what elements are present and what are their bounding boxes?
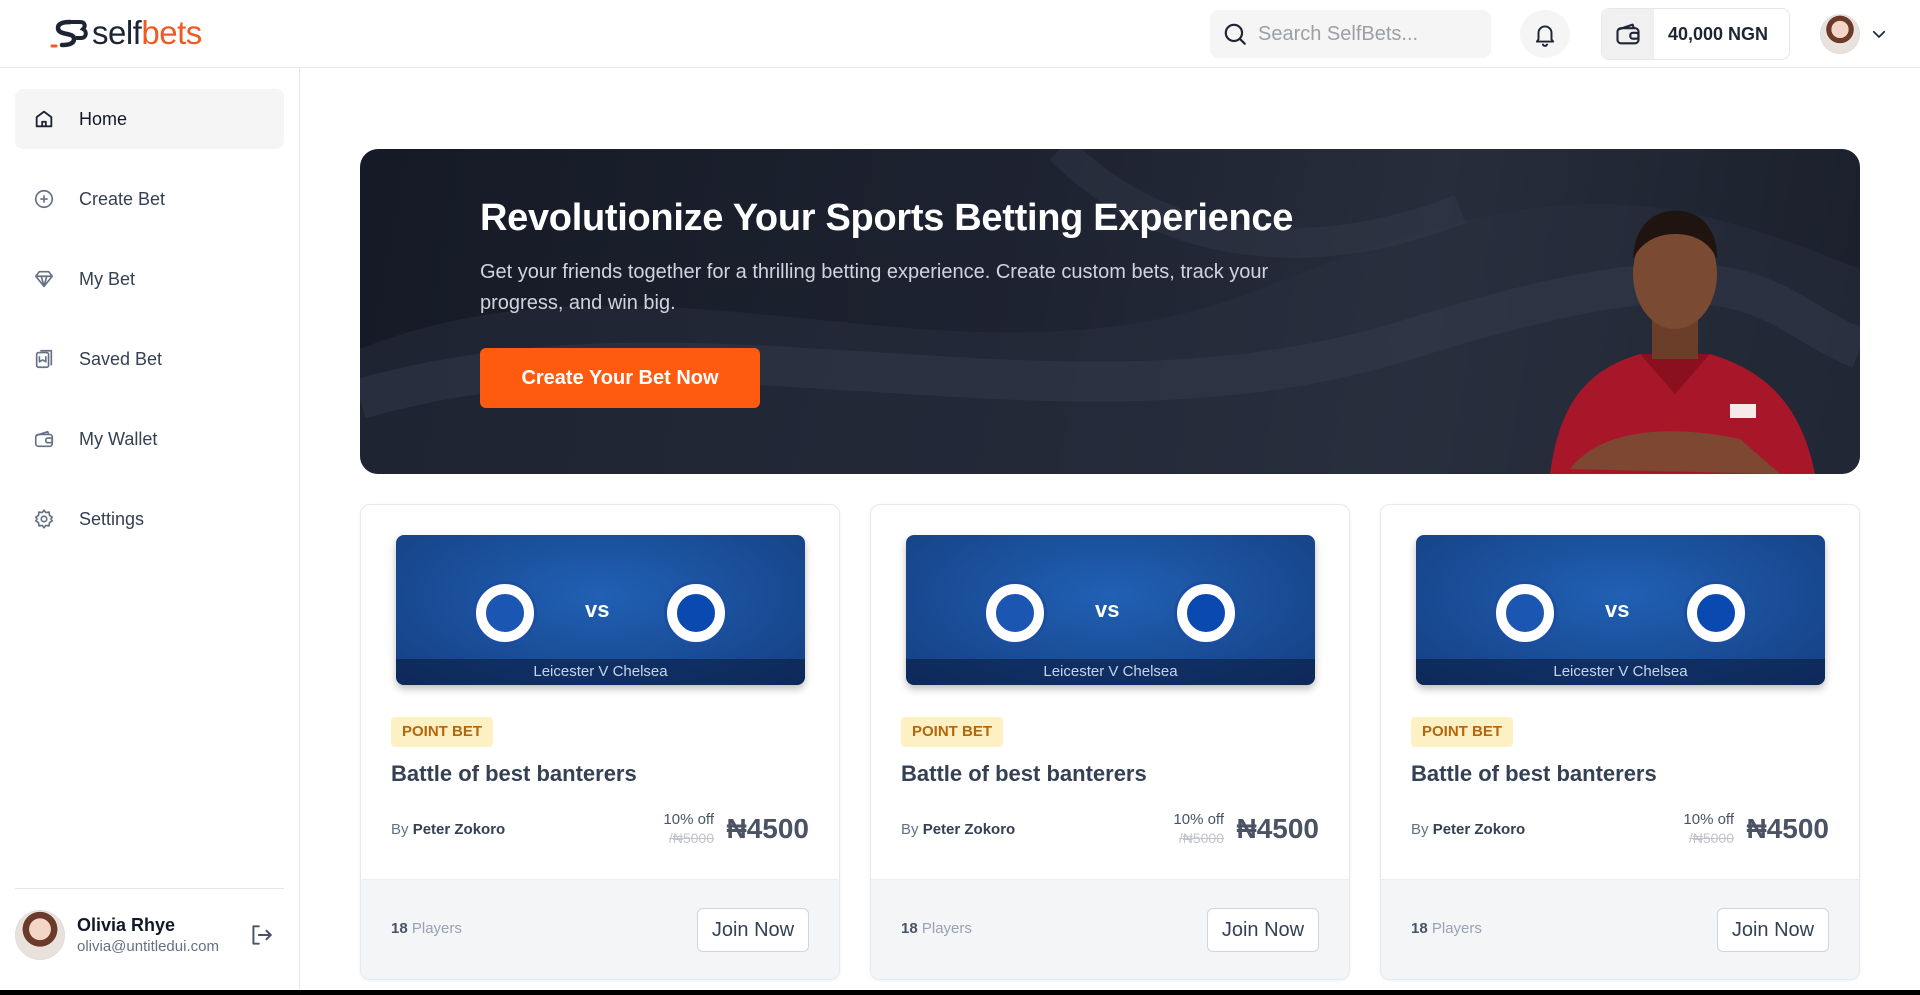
wallet-balance[interactable]: 40,000 NGN <box>1601 8 1790 60</box>
bet-card[interactable]: vs Leicester V Chelsea POINT BET Battle … <box>870 504 1350 980</box>
match-name: Leicester V Chelsea <box>906 659 1315 685</box>
match-banner: vs Leicester V Chelsea <box>396 535 805 685</box>
user-info: Olivia Rhye olivia@untitledui.com <box>77 915 219 955</box>
avatar <box>1820 14 1860 54</box>
sidebar-item-label: Create Bet <box>79 188 166 209</box>
bet-card[interactable]: vs Leicester V Chelsea POINT BET Battle … <box>1380 504 1860 980</box>
chelsea-crest-icon <box>664 581 728 645</box>
bet-author: By Peter Zokoro <box>901 821 1016 838</box>
players-count: 18 Players <box>1411 920 1482 937</box>
sidebar-item-label: Settings <box>79 508 145 529</box>
vs-label: vs <box>1095 597 1120 622</box>
discount-info: 10% off /₦5000 <box>663 811 714 846</box>
sidebar-item-saved-bet[interactable]: Saved Bet <box>15 329 284 389</box>
match-name: Leicester V Chelsea <box>1416 659 1825 685</box>
user-avatar <box>15 910 65 960</box>
hero-subtitle: Get your friends together for a thrillin… <box>480 261 1269 314</box>
vs-label: vs <box>585 597 610 622</box>
search-icon <box>1224 23 1246 45</box>
wallet-icon-box <box>1602 9 1654 59</box>
diamond-icon <box>34 270 54 288</box>
bet-title: Battle of best banterers <box>901 761 1147 786</box>
bet-price: ₦4500 <box>726 813 809 844</box>
home-icon <box>35 110 53 128</box>
bet-price: ₦4500 <box>1746 813 1829 844</box>
logout-icon[interactable] <box>248 922 274 948</box>
match-banner: vs Leicester V Chelsea <box>1416 535 1825 685</box>
leicester-crest-icon <box>1493 581 1557 645</box>
original-price: /₦5000 <box>1178 830 1224 846</box>
players-count: 18 Players <box>391 920 462 937</box>
original-price: /₦5000 <box>668 830 714 846</box>
sidebar-item-home[interactable]: Home <box>15 89 284 149</box>
bet-title: Battle of best banterers <box>1411 761 1657 786</box>
players-count: 18 Players <box>901 920 972 937</box>
match-banner: vs Leicester V Chelsea <box>906 535 1315 685</box>
hero-banner: Revolutionize Your Sports Betting Experi… <box>360 149 1860 474</box>
wallet-icon <box>34 430 54 448</box>
card-footer: 18 Players Join Now <box>1381 879 1859 979</box>
join-now-button[interactable]: Join Now <box>1207 908 1319 952</box>
bet-author: By Peter Zokoro <box>391 821 506 838</box>
bet-card[interactable]: vs Leicester V Chelsea POINT BET Battle … <box>360 504 840 980</box>
wallet-icon <box>1616 23 1640 45</box>
sidebar-item-settings[interactable]: Settings <box>15 489 284 549</box>
logo-mark-icon <box>50 19 88 48</box>
match-name: Leicester V Chelsea <box>396 659 805 685</box>
join-now-button[interactable]: Join Now <box>697 908 809 952</box>
chevron-down-icon <box>1872 30 1886 39</box>
discount-info: 10% off /₦5000 <box>1683 811 1734 846</box>
sidebar-item-label: Home <box>79 108 128 129</box>
leicester-crest-icon <box>983 581 1047 645</box>
sidebar-item-my-bet[interactable]: My Bet <box>15 249 284 309</box>
bet-title: Battle of best banterers <box>391 761 637 786</box>
bell-icon <box>1535 25 1555 47</box>
discount-percent: 10% off <box>1683 811 1734 828</box>
bet-author: By Peter Zokoro <box>1411 821 1526 838</box>
bet-price: ₦4500 <box>1236 813 1319 844</box>
search-bar[interactable] <box>1210 10 1491 58</box>
chelsea-crest-icon <box>1174 581 1238 645</box>
card-footer: 18 Players Join Now <box>361 879 839 979</box>
join-now-button[interactable]: Join Now <box>1717 908 1829 952</box>
sidebar-divider <box>15 888 284 889</box>
wallet-amount: 40,000 NGN <box>1668 23 1769 44</box>
create-bet-cta-button[interactable]: Create Your Bet Now <box>480 348 760 408</box>
notifications-button[interactable] <box>1520 10 1570 58</box>
bet-type-badge: POINT BET <box>901 717 1004 747</box>
bookmark-icon <box>35 349 53 369</box>
plus-circle-icon <box>34 189 54 209</box>
search-input[interactable] <box>1258 22 1478 46</box>
profile-menu[interactable] <box>1820 14 1888 54</box>
sidebar-item-label: My Bet <box>79 268 136 289</box>
card-footer: 18 Players Join Now <box>871 879 1349 979</box>
user-email: olivia@untitledui.com <box>77 938 219 955</box>
hero-title: Revolutionize Your Sports Betting Experi… <box>480 197 1294 239</box>
top-bar: selfbets 40,000 NGN <box>0 0 1920 68</box>
bet-type-badge: POINT BET <box>1411 717 1514 747</box>
sidebar-nav: Home Create Bet My Bet Saved Bet My Wall… <box>15 89 284 569</box>
window-bottom-edge <box>0 990 1920 995</box>
user-name: Olivia Rhye <box>77 915 176 935</box>
sidebar-item-my-wallet[interactable]: My Wallet <box>15 409 284 469</box>
gear-icon <box>34 509 54 529</box>
discount-percent: 10% off <box>1173 811 1224 828</box>
selfbets-logo[interactable]: selfbets <box>50 14 202 52</box>
bet-type-badge: POINT BET <box>391 717 494 747</box>
user-account: Olivia Rhye olivia@untitledui.com <box>15 910 284 960</box>
football-player-image <box>1550 210 1815 474</box>
vs-label: vs <box>1605 597 1630 622</box>
leicester-crest-icon <box>473 581 537 645</box>
chelsea-crest-icon <box>1684 581 1748 645</box>
original-price: /₦5000 <box>1688 830 1734 846</box>
discount-info: 10% off /₦5000 <box>1173 811 1224 846</box>
sidebar-item-create-bet[interactable]: Create Bet <box>15 169 284 229</box>
sidebar-item-label: My Wallet <box>79 428 158 449</box>
sidebar: Home Create Bet My Bet Saved Bet My Wall… <box>0 68 300 995</box>
logo-text: selfbets <box>92 14 202 51</box>
sidebar-item-label: Saved Bet <box>79 348 163 369</box>
discount-percent: 10% off <box>663 811 714 828</box>
